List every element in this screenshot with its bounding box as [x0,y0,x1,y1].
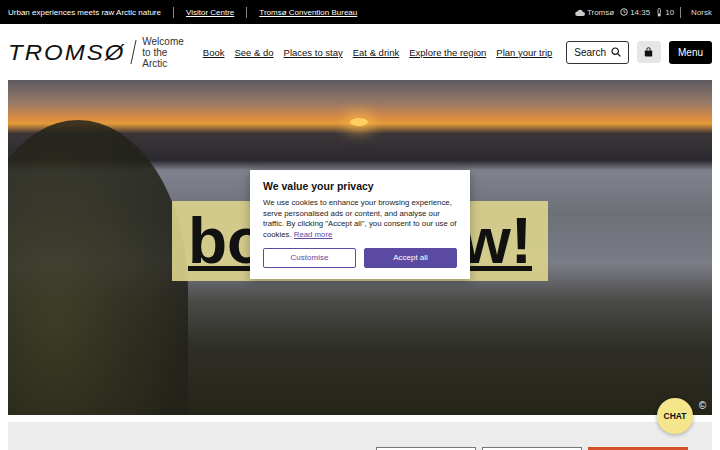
weather-time: 14:35 [620,8,650,17]
logo-text: TROMSØ [8,41,125,64]
cloud-icon [575,9,585,16]
top-link[interactable]: Visitor Centre [186,8,234,17]
booking-search-button[interactable] [588,447,688,450]
bag-icon [644,47,653,57]
weather-place: Tromsø [575,8,614,17]
dialog-title: We value your privacy [263,180,457,192]
dialog-body: We use cookies to enhance your browsing … [263,198,457,241]
search-button[interactable]: Search [566,41,629,64]
booking-field[interactable] [482,447,582,450]
chat-button[interactable]: CHAT [657,398,693,434]
clock-icon [620,8,628,16]
tagline: Urban experiences meets raw Arctic natur… [8,8,161,17]
banner-text: w! [461,209,532,273]
main-nav: Book See & do Places to stay Eat & drink Exp… [203,47,552,58]
page: Urban experiences meets raw Arctic natur… [0,0,720,450]
basket-button[interactable] [637,41,661,63]
separator [173,7,174,18]
sun [350,118,368,126]
top-link[interactable]: Tromsø Convention Bureau [259,8,357,17]
thermometer-icon [656,8,663,17]
booking-field[interactable] [376,447,476,450]
header: TROMSØ Welcometo the Arctic Book See & do… [0,24,720,80]
nav-item[interactable]: Eat & drink [353,47,399,58]
nav-item[interactable]: Explore the region [409,47,486,58]
nav-item[interactable]: See & do [235,47,274,58]
magnifier-icon [611,47,621,57]
weather-temperature: 10 [656,8,674,17]
language-link[interactable]: Norsk [691,8,712,17]
logo-tagline: Welcometo the Arctic [142,36,193,69]
nav-item[interactable]: Plan your trip [496,47,552,58]
hill [8,120,188,415]
top-bar: Urban experiences meets raw Arctic natur… [0,0,720,24]
logo[interactable]: TROMSØ Welcometo the Arctic [8,36,193,69]
photo-credit-button[interactable]: © [699,400,706,411]
booking-strip [8,422,712,450]
read-more-link[interactable]: Read more [294,230,333,239]
nav-item[interactable]: Book [203,47,225,58]
nav-item[interactable]: Places to stay [284,47,343,58]
secondary-button[interactable]: Customise [263,248,356,268]
cookie-dialog: We value your privacy We use cookies to … [250,170,470,279]
primary-button[interactable]: Accept all [364,248,457,268]
separator [680,7,681,18]
separator [246,7,247,18]
menu-button[interactable]: Menu [669,41,712,64]
logo-divider [131,40,137,64]
